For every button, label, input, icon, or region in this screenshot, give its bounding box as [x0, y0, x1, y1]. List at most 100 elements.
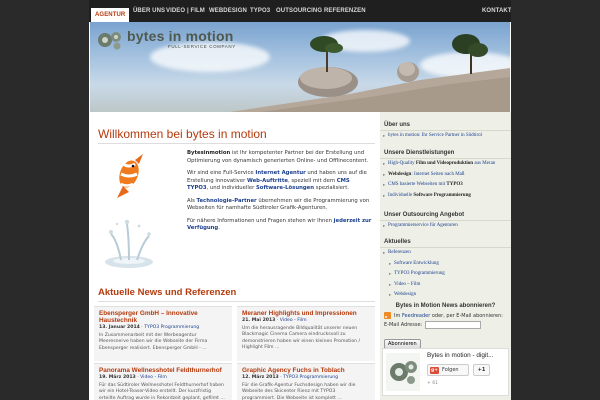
newsletter-email-row: E-Mail Adresse:	[380, 320, 511, 330]
logo-text: bytes in motion	[127, 28, 234, 44]
news-date: 21. Mai 2013	[242, 318, 276, 323]
email-label: E-Mail Adresse:	[384, 322, 423, 328]
news-title[interactable]: Graphic Agency Fuchs in Toblach	[242, 367, 370, 374]
intro-text-span: Als	[187, 197, 197, 204]
email-field[interactable]	[425, 321, 482, 329]
news-excerpt: Für das Südtiroler Wellnesshotel Feldthu…	[99, 383, 225, 400]
news-category[interactable]: Video - Film	[140, 375, 167, 380]
news-card[interactable]: Meraner Highlights und Impressionen 21. …	[237, 306, 375, 361]
sidebar-heading: Unsere Dienstleistungen	[380, 148, 511, 159]
news-category[interactable]: Video - Film	[280, 318, 307, 323]
nav-item-video-film[interactable]: Video | Film	[162, 0, 209, 22]
feedreader-link[interactable]: Feedreader	[402, 313, 430, 319]
intro-text-span: , und individueller	[206, 185, 256, 191]
news-card[interactable]: Graphic Agency Fuchs in Toblach 12. März…	[237, 363, 375, 400]
link-internet-agentur[interactable]: Internet Agentur	[255, 170, 305, 176]
news-card[interactable]: Panorama Wellnesshotel Feldthurnerhof 19…	[94, 363, 232, 400]
sidebar-link-webdesign-news[interactable]: Webdesign	[380, 290, 511, 301]
gears-avatar-icon[interactable]	[386, 353, 420, 391]
clownfish-illustration	[117, 154, 143, 198]
newsletter-feed-post: oder, per E-Mail abonnieren:	[430, 312, 503, 319]
news-date: 12. März 2013	[242, 375, 279, 380]
intro-text-span: spezialisiert.	[314, 185, 349, 191]
sidebar-heading: Unser Outsourcing Angebot	[380, 210, 511, 221]
nav-item-referenzen[interactable]: Referenzen	[320, 0, 370, 22]
newsletter-feed-pre: Im	[394, 312, 402, 319]
news-title[interactable]: Ebensperger GmbH – Innovative Haustechni…	[99, 310, 227, 324]
sidebar-link-bold: TYPO3	[446, 182, 463, 188]
news-meta: 21. Mai 2013 · Video - Film	[242, 318, 370, 323]
rss-icon[interactable]	[384, 312, 391, 319]
link-web-auftritte[interactable]: Web-Auftritte	[247, 178, 288, 184]
nav-item-kontakt[interactable]: Kontakt	[478, 0, 511, 22]
google-plus-icon: g+	[430, 367, 439, 374]
intro-text-span: , speziell mit dem	[287, 177, 337, 184]
sidebar-heading: Über uns	[380, 120, 511, 131]
newsletter-feed-row: Im Feedreader oder, per E-Mail abonniere…	[380, 311, 511, 320]
news-date: 13. Januar 2014	[99, 325, 140, 330]
intro-paragraph: Für nähere Informationen und Fragen steh…	[187, 218, 372, 233]
intro-paragraph: Wir sind eine Full-Service Internet Agen…	[187, 170, 372, 193]
sidebar-link-typo3-programmierung[interactable]: TYPO3 Programmierung	[380, 269, 511, 280]
plus-one-button[interactable]: +1	[473, 364, 490, 376]
logo[interactable]: bytes in motion FULL-SERVICE COMPANY	[96, 27, 236, 53]
news-meta: 19. März 2013 · Video - Film	[99, 375, 227, 380]
gplus-page-name[interactable]: Bytes in motion - digit...	[427, 352, 493, 359]
nav-item-webdesign[interactable]: Webdesign	[205, 0, 251, 22]
header-banner: bytes in motion FULL-SERVICE COMPANY	[90, 22, 510, 112]
sidebar-news: Aktuelles Referenzen Software Entwicklun…	[380, 237, 511, 301]
link-technologie-partner[interactable]: Technologie-Partner	[197, 198, 257, 204]
sidebar-link-bold: Film und Videoproduktion	[415, 161, 474, 166]
nav-item-agentur[interactable]: Agentur	[91, 8, 130, 22]
main-content: Willkommen bei bytes in motion Bytesinmo…	[89, 112, 380, 400]
newsletter-feed-text: Im Feedreader oder, per E-Mail abonniere…	[394, 313, 503, 319]
news-excerpt: Um die herausragende Bildqualität unsere…	[242, 326, 361, 350]
news-title[interactable]: Meraner Highlights und Impressionen	[242, 310, 370, 317]
sidebar-link-text: Individuelle	[388, 192, 414, 198]
nav-item-outsourcing[interactable]: Outsourcing	[272, 0, 326, 22]
sidebar-services: Unsere Dienstleistungen High-Quality Fil…	[380, 148, 511, 201]
sidebar-link-text: : Internet Seiten nach Maß	[411, 171, 465, 177]
news-excerpt: Für die Grafik-Agentur Fuchsdesign haben…	[242, 383, 356, 400]
follow-button[interactable]: g+ Folgen	[427, 364, 469, 376]
intro-text-span: .	[218, 225, 220, 231]
follow-label: Folgen	[442, 367, 459, 373]
sidebar-link-bold: Webdesign	[388, 171, 412, 177]
sidebar-link-text: aus Meran	[473, 161, 496, 166]
gplus-follower-count: + 61	[427, 381, 438, 386]
sidebar: Über uns bytes in motion: Ihr Service Pa…	[380, 112, 511, 400]
divider	[98, 301, 375, 302]
top-nav: Agentur Über uns Video | Film Webdesign …	[89, 0, 511, 22]
sidebar-link-referenzen[interactable]: Referenzen	[380, 248, 511, 259]
sidebar-link-text: CMS basierte Webseiten mit	[388, 182, 447, 188]
news-date: 19. März 2013	[99, 375, 136, 380]
link-software-loesungen[interactable]: Software-Lösungen	[256, 185, 314, 191]
news-title[interactable]: Panorama Wellnesshotel Feldthurnerhof	[99, 367, 227, 374]
sidebar-link-video[interactable]: High-Quality Film und Videoproduktion au…	[380, 159, 511, 170]
sidebar-link-video-film[interactable]: Video – Film	[380, 280, 511, 291]
news-meta: 12. März 2013 · TYPO3 Programmierung	[242, 375, 370, 380]
news-excerpt: In Zusammenarbeit mit der Werbeagentur M…	[99, 333, 208, 351]
news-meta: 13. Januar 2014 · TYPO3 Programmierung	[99, 325, 227, 330]
newsletter-widget: Bytes in Motion News abonnieren? Im Feed…	[380, 301, 511, 349]
intro-paragraph: Bytesinmotion ist Ihr kompetenter Partne…	[187, 150, 372, 165]
divider	[98, 143, 375, 144]
news-card[interactable]: Ebensperger GmbH – Innovative Haustechni…	[94, 306, 232, 361]
sidebar-link-typo3[interactable]: CMS basierte Webseiten mit TYPO3	[380, 180, 511, 191]
nav-item-typo3[interactable]: TYPO3	[246, 0, 274, 22]
sidebar-link-software[interactable]: Individuelle Software Programmierung	[380, 191, 511, 202]
sidebar-link-webdesign[interactable]: Webdesign: Internet Seiten nach Maß	[380, 170, 511, 181]
news-section-title: Aktuelle News und Referenzen	[98, 287, 237, 298]
intro-text-span: Wir sind eine Full-Service	[187, 170, 256, 176]
sidebar-link-programmierservice[interactable]: Programmierservice für Agenturen	[380, 221, 511, 232]
intro-text: Bytesinmotion ist Ihr kompetenter Partne…	[187, 150, 372, 238]
sidebar-link-software-entwicklung[interactable]: Software Entwicklung	[380, 259, 511, 270]
brand-name: Bytesinmotion	[187, 150, 231, 156]
newsletter-title: Bytes in Motion News abonnieren?	[395, 303, 496, 309]
news-category[interactable]: TYPO3 Programmierung	[283, 375, 338, 380]
news-category[interactable]: TYPO3 Programmierung	[144, 325, 199, 330]
sidebar-link-service-partner[interactable]: bytes in motion: Ihr Service Partner in …	[380, 131, 511, 142]
sidebar-link-text: High-Quality	[388, 161, 416, 166]
google-plus-badge: Bytes in motion - digit... g+ Folgen +1 …	[382, 348, 509, 396]
intro-paragraph: Als Technologie-Partner übernehmen wir d…	[187, 198, 372, 213]
